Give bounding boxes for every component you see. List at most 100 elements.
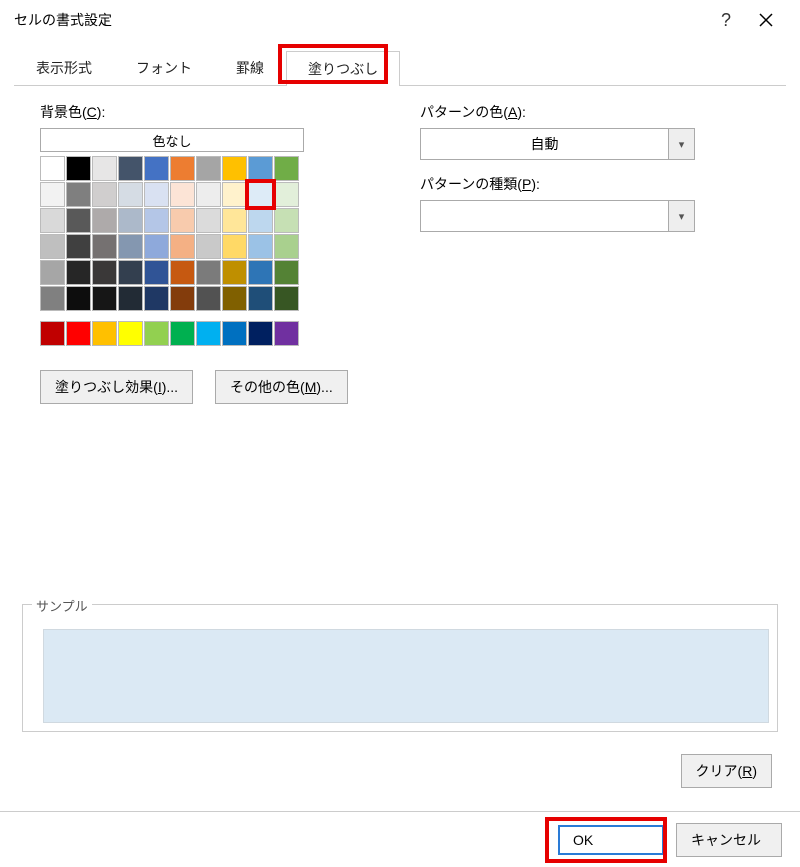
pattern-color-value: 自動: [421, 134, 668, 154]
color-swatch[interactable]: [66, 321, 91, 346]
color-swatch[interactable]: [274, 260, 299, 285]
titlebar: セルの書式設定 ?: [0, 0, 800, 40]
color-swatch[interactable]: [222, 156, 247, 181]
ok-label: OK: [573, 832, 593, 848]
color-swatch[interactable]: [66, 260, 91, 285]
color-swatch[interactable]: [170, 260, 195, 285]
color-swatch[interactable]: [92, 208, 117, 233]
sample-preview: [43, 629, 769, 723]
color-swatch[interactable]: [248, 182, 273, 207]
color-swatch[interactable]: [144, 321, 169, 346]
color-swatch[interactable]: [196, 208, 221, 233]
color-swatch[interactable]: [222, 208, 247, 233]
color-swatch[interactable]: [118, 234, 143, 259]
color-swatch[interactable]: [144, 182, 169, 207]
color-swatch[interactable]: [92, 286, 117, 311]
tab-border[interactable]: 罫線: [214, 50, 286, 85]
color-swatch[interactable]: [92, 156, 117, 181]
color-swatch[interactable]: [92, 260, 117, 285]
color-swatch[interactable]: [40, 208, 65, 233]
color-swatch[interactable]: [66, 234, 91, 259]
color-swatch[interactable]: [274, 286, 299, 311]
color-swatch[interactable]: [248, 156, 273, 181]
dialog-footer: OK キャンセル: [0, 811, 800, 867]
color-swatch[interactable]: [274, 234, 299, 259]
pattern-color-dropdown[interactable]: 自動 ▾: [420, 128, 695, 160]
cancel-button[interactable]: キャンセル: [676, 823, 782, 857]
color-swatch[interactable]: [40, 286, 65, 311]
color-swatch[interactable]: [66, 286, 91, 311]
color-swatch[interactable]: [144, 234, 169, 259]
color-swatch[interactable]: [248, 208, 273, 233]
tab-fill[interactable]: 塗りつぶし: [286, 51, 400, 86]
fill-effects-button[interactable]: 塗りつぶし効果(I)...: [40, 370, 193, 404]
color-swatch[interactable]: [40, 260, 65, 285]
color-swatch[interactable]: [92, 234, 117, 259]
chevron-down-icon: ▾: [668, 129, 694, 159]
color-swatch[interactable]: [248, 260, 273, 285]
close-icon[interactable]: [746, 0, 786, 40]
color-swatch[interactable]: [66, 182, 91, 207]
tab-number-format[interactable]: 表示形式: [14, 50, 114, 85]
ok-button[interactable]: OK: [558, 825, 664, 855]
color-swatch[interactable]: [248, 321, 273, 346]
pattern-color-label: パターンの色(A):: [420, 102, 746, 122]
pattern-type-dropdown[interactable]: ▾: [420, 200, 695, 232]
color-swatch[interactable]: [144, 260, 169, 285]
color-swatch[interactable]: [222, 182, 247, 207]
color-swatch[interactable]: [196, 234, 221, 259]
color-swatch[interactable]: [170, 182, 195, 207]
color-swatch[interactable]: [196, 260, 221, 285]
color-swatch[interactable]: [40, 182, 65, 207]
color-swatch[interactable]: [196, 321, 221, 346]
color-swatch[interactable]: [196, 182, 221, 207]
standard-color-row: [40, 321, 360, 346]
chevron-down-icon: ▾: [668, 201, 694, 231]
color-swatch[interactable]: [222, 260, 247, 285]
color-swatch[interactable]: [196, 156, 221, 181]
no-color-button[interactable]: 色なし: [40, 128, 304, 152]
more-colors-button[interactable]: その他の色(M)...: [215, 370, 348, 404]
color-swatch[interactable]: [170, 156, 195, 181]
color-swatch[interactable]: [118, 182, 143, 207]
tab-font[interactable]: フォント: [114, 50, 214, 85]
color-swatch[interactable]: [66, 156, 91, 181]
color-swatch[interactable]: [274, 156, 299, 181]
color-swatch[interactable]: [222, 234, 247, 259]
pattern-type-label: パターンの種類(P):: [420, 174, 746, 194]
dialog-title: セルの書式設定: [14, 10, 706, 30]
color-swatch[interactable]: [196, 286, 221, 311]
color-swatch[interactable]: [40, 321, 65, 346]
color-swatch[interactable]: [248, 234, 273, 259]
background-color-label: 背景色(C):: [40, 102, 360, 122]
color-swatch[interactable]: [40, 156, 65, 181]
color-swatch[interactable]: [170, 286, 195, 311]
clear-button[interactable]: クリア(R): [681, 754, 772, 788]
color-swatch[interactable]: [274, 182, 299, 207]
color-swatch[interactable]: [222, 286, 247, 311]
no-color-label: 色なし: [152, 131, 191, 150]
color-swatch[interactable]: [248, 286, 273, 311]
color-swatch[interactable]: [92, 182, 117, 207]
color-swatch[interactable]: [170, 234, 195, 259]
color-swatch[interactable]: [274, 321, 299, 346]
color-swatch[interactable]: [274, 208, 299, 233]
color-swatch[interactable]: [118, 286, 143, 311]
color-swatch[interactable]: [144, 286, 169, 311]
color-swatch[interactable]: [170, 208, 195, 233]
sample-group: サンプル: [22, 604, 778, 732]
color-swatch[interactable]: [118, 208, 143, 233]
color-swatch[interactable]: [222, 321, 247, 346]
color-swatch[interactable]: [40, 234, 65, 259]
tab-content: 背景色(C): 色なし 塗りつぶし効果(I)... その他の色(M)... パタ…: [0, 86, 800, 404]
color-swatch[interactable]: [66, 208, 91, 233]
help-icon[interactable]: ?: [706, 0, 746, 40]
color-swatch[interactable]: [118, 321, 143, 346]
color-swatch[interactable]: [144, 156, 169, 181]
color-swatch[interactable]: [118, 260, 143, 285]
color-swatch[interactable]: [118, 156, 143, 181]
color-swatch[interactable]: [144, 208, 169, 233]
tabstrip: 表示形式 フォント 罫線 塗りつぶし: [14, 50, 786, 86]
color-swatch[interactable]: [92, 321, 117, 346]
color-swatch[interactable]: [170, 321, 195, 346]
